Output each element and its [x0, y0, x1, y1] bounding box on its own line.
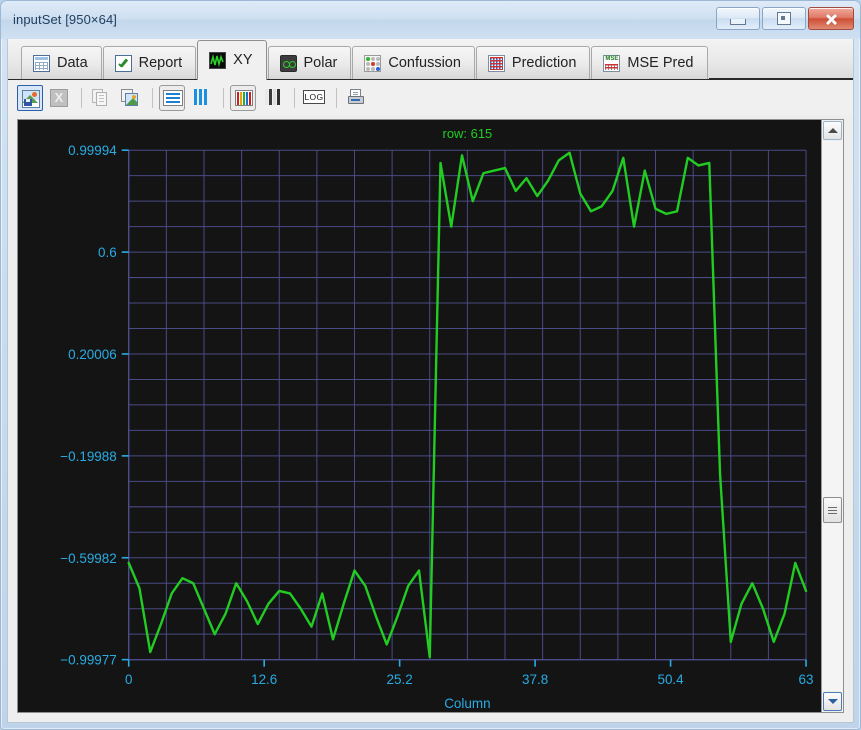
scroll-down-button[interactable]: [823, 692, 842, 711]
chevron-up-icon: [827, 128, 838, 133]
svg-text:0.6: 0.6: [98, 245, 117, 260]
close-button[interactable]: [808, 7, 854, 30]
tab-report-label: Report: [138, 54, 183, 71]
grip-icon: [828, 506, 837, 514]
grid-chart-icon: [487, 54, 505, 72]
copy-image-icon: [121, 88, 139, 107]
gray-bars-icon: [264, 88, 280, 105]
tab-prediction[interactable]: Prediction: [475, 46, 591, 79]
svg-text:50.4: 50.4: [657, 672, 684, 687]
save-image-button[interactable]: [17, 84, 43, 111]
gray-scale-button[interactable]: [259, 85, 285, 111]
svg-text:Column: Column: [444, 696, 490, 711]
color-scale-button[interactable]: [230, 84, 256, 111]
client-area: Data Report XY Polar Confussion Predicti…: [7, 39, 854, 723]
toolbar-separator: [152, 87, 153, 108]
horizontal-bars-button[interactable]: [159, 84, 185, 111]
print-button[interactable]: [343, 85, 369, 111]
tab-polar-label: Polar: [303, 54, 338, 71]
toolbar-separator: [336, 87, 337, 108]
svg-text:37.8: 37.8: [522, 672, 548, 687]
window-title: inputSet [950×64]: [13, 12, 117, 27]
svg-text:row: 615: row: 615: [443, 126, 493, 141]
svg-text:0.99994: 0.99994: [68, 143, 117, 158]
application-window: inputSet [950×64] Data Report XY Polar C…: [0, 0, 861, 730]
svg-text:63: 63: [799, 672, 814, 687]
export-excel-button[interactable]: X: [46, 85, 72, 111]
tab-mse-pred-label: MSE Pred: [627, 54, 694, 71]
color-bars-icon: [235, 89, 253, 106]
toolbar: X LOG: [8, 80, 853, 115]
log-icon: LOG: [303, 89, 325, 104]
svg-text:−0.19988: −0.19988: [60, 449, 116, 464]
vertical-bars-button[interactable]: [188, 85, 214, 111]
save-image-icon: [22, 89, 40, 108]
tab-data[interactable]: Data: [21, 46, 102, 79]
tab-mse-pred[interactable]: MSE MSE Pred: [591, 46, 708, 79]
dots-matrix-icon: [364, 54, 382, 72]
title-bar: inputSet [950×64]: [1, 1, 860, 39]
plot-panel: row: 615 0.99994 0.6 0.20006 −0.19988 −0.5998…: [17, 119, 844, 713]
tab-xy-label: XY: [233, 52, 253, 69]
plot-canvas[interactable]: row: 615 0.99994 0.6 0.20006 −0.19988 −0.5998…: [18, 120, 821, 712]
excel-icon: X: [50, 88, 68, 107]
toolbar-separator: [81, 87, 82, 108]
svg-text:12.6: 12.6: [251, 672, 277, 687]
chevron-down-icon: [827, 699, 838, 704]
vertical-bars-icon: [193, 88, 209, 105]
minimize-button[interactable]: [716, 7, 760, 30]
printer-icon: [347, 88, 365, 107]
xy-chart[interactable]: row: 615 0.99994 0.6 0.20006 −0.19988 −0.5998…: [18, 120, 821, 712]
log-scale-button[interactable]: LOG: [301, 85, 327, 111]
svg-text:0.20006: 0.20006: [68, 347, 117, 362]
checkmark-icon: [114, 54, 132, 72]
copy-button[interactable]: [88, 85, 114, 111]
tab-strip-filler: [708, 45, 853, 79]
copy-image-button[interactable]: [117, 85, 143, 111]
table-icon: [33, 54, 50, 72]
tab-polar[interactable]: Polar: [267, 46, 352, 79]
polar-icon: [279, 54, 297, 72]
svg-text:−0.59982: −0.59982: [60, 551, 116, 566]
scrollbar-track[interactable]: [822, 141, 843, 691]
horizontal-bars-icon: [163, 89, 183, 106]
maximize-button[interactable]: [762, 7, 806, 30]
tab-strip: Data Report XY Polar Confussion Predicti…: [8, 39, 853, 80]
scrollbar-thumb[interactable]: [823, 497, 842, 524]
vertical-scrollbar[interactable]: [821, 120, 843, 712]
mse-grid-icon: MSE: [603, 54, 621, 72]
tab-report[interactable]: Report: [102, 46, 197, 79]
toolbar-separator: [294, 87, 295, 108]
svg-text:25.2: 25.2: [387, 672, 413, 687]
toolbar-separator: [223, 87, 224, 108]
tab-xy[interactable]: XY: [197, 40, 267, 80]
tab-confussion-label: Confussion: [388, 54, 461, 71]
tab-confussion[interactable]: Confussion: [352, 46, 475, 79]
copy-pages-icon: [92, 88, 110, 107]
tab-prediction-label: Prediction: [511, 54, 577, 71]
svg-text:−0.99977: −0.99977: [60, 653, 116, 668]
close-icon: [824, 12, 838, 26]
window-controls: [716, 7, 854, 31]
svg-text:0: 0: [125, 672, 132, 687]
scroll-up-button[interactable]: [823, 121, 842, 140]
tab-data-label: Data: [57, 54, 88, 71]
waveform-icon: [209, 52, 227, 69]
minimize-icon: [730, 18, 746, 25]
maximize-icon: [777, 12, 791, 25]
